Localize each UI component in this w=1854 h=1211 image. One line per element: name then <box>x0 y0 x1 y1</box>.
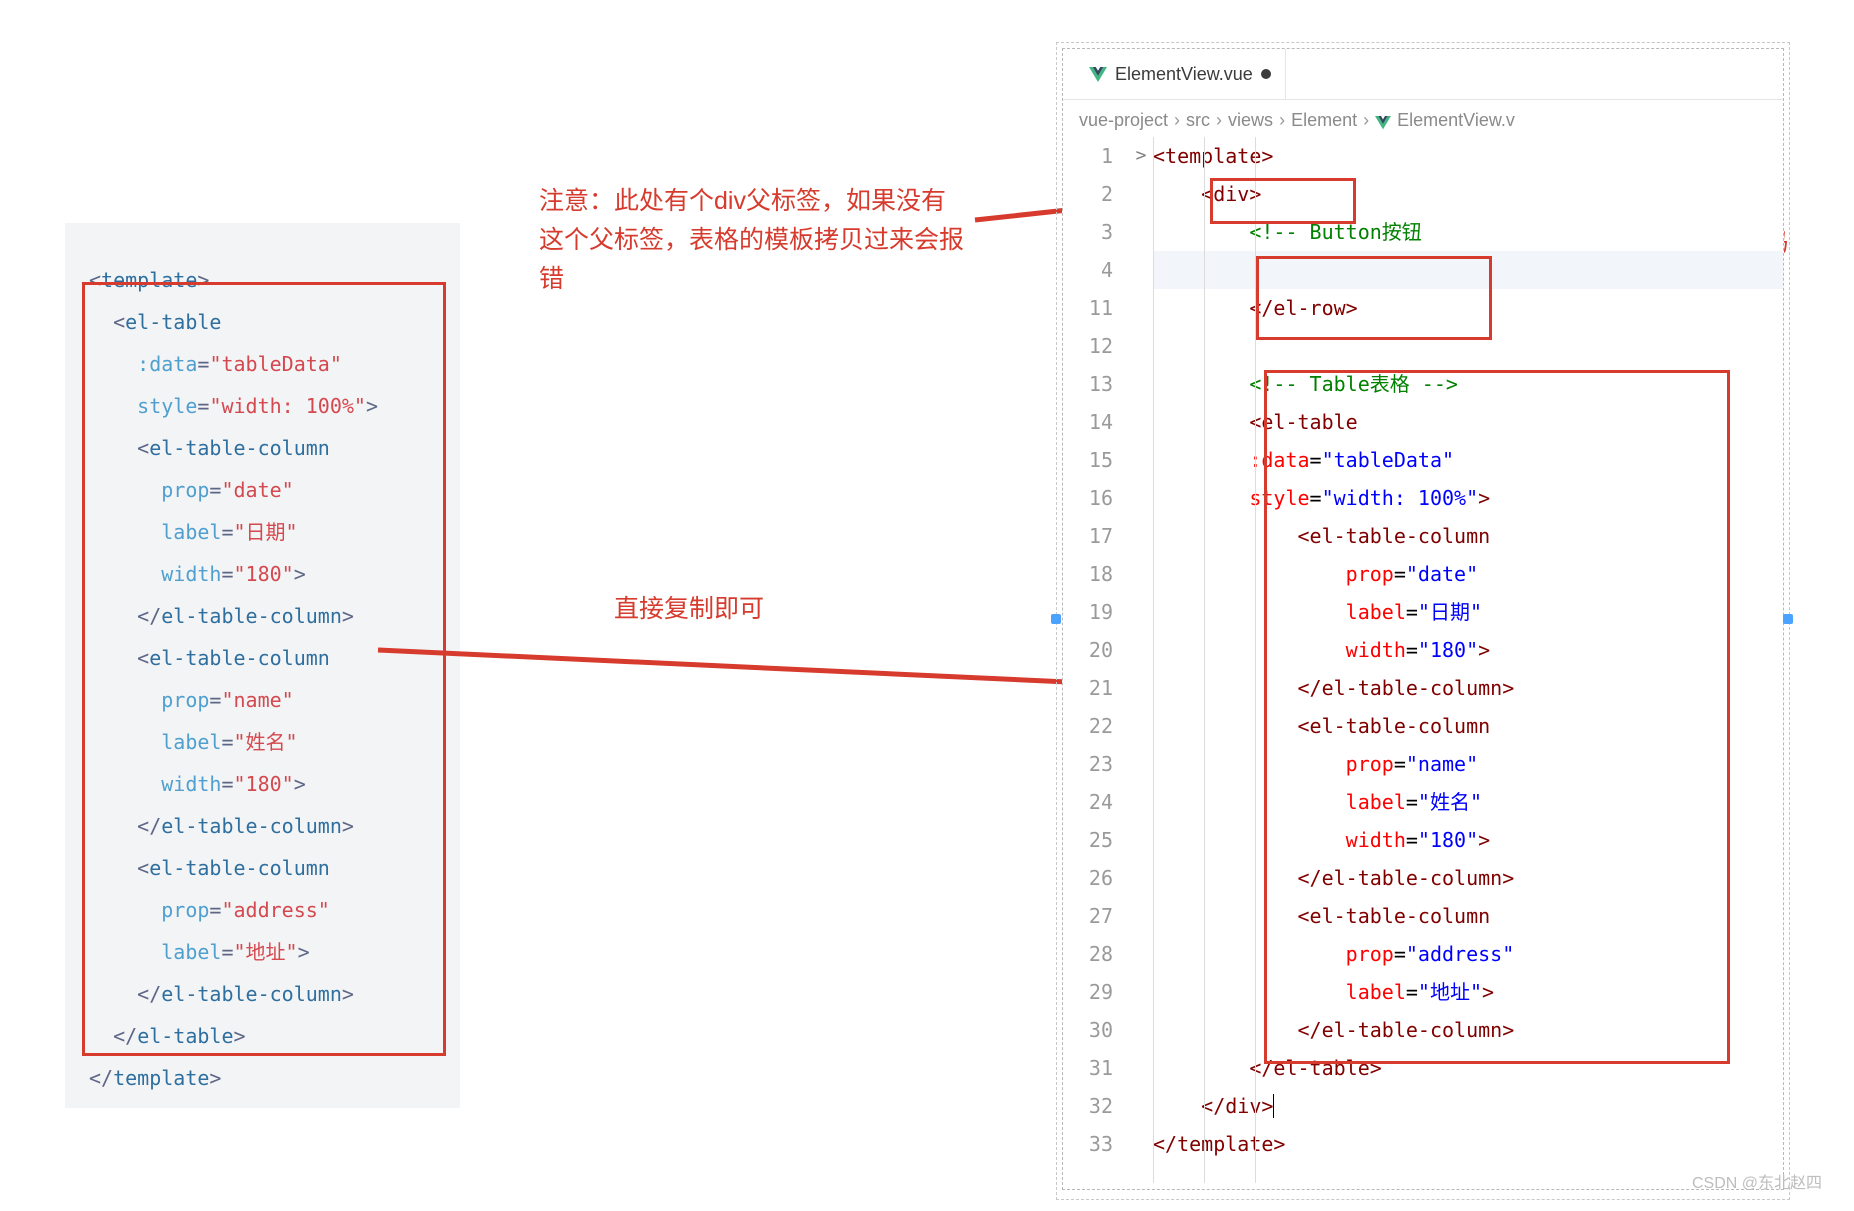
watermark: CSDN @东北赵四 <box>1692 1169 1822 1193</box>
tab-dirty-icon <box>1261 69 1271 79</box>
code-body[interactable]: <template> <div> <!-- Button按钮 <el-row> … <box>1153 137 1783 1183</box>
vscode-editor: ElementView.vue vue-project › src › view… <box>1062 48 1784 1190</box>
chevron-right-icon: › <box>1216 110 1222 131</box>
left-code-pre: <template> <el-table :data="tableData" s… <box>89 259 460 1099</box>
tab-label: ElementView.vue <box>1115 64 1253 85</box>
chevron-right-icon: › <box>1279 110 1285 131</box>
line-gutter: 123 41112 131415 161718 192021 222324 25… <box>1063 137 1129 1183</box>
chevron-right-icon: › <box>1174 110 1180 131</box>
fold-column[interactable]: > <box>1129 137 1153 1183</box>
editor-tab-bar: ElementView.vue <box>1063 49 1783 100</box>
selection-handle[interactable] <box>1783 614 1793 624</box>
bc-item[interactable]: views <box>1228 110 1273 131</box>
breadcrumbs[interactable]: vue-project › src › views › Element › El… <box>1063 100 1783 137</box>
chevron-right-icon: › <box>1363 110 1369 131</box>
bc-item[interactable]: ElementView.v <box>1397 110 1515 131</box>
left-template-code: <template> <el-table :data="tableData" s… <box>65 223 460 1108</box>
vue-icon <box>1375 114 1391 128</box>
annotation-copy-direct: 直接复制即可 <box>614 590 764 629</box>
selection-handle[interactable] <box>1051 614 1061 624</box>
bc-item[interactable]: Element <box>1291 110 1357 131</box>
tab-elementview[interactable]: ElementView.vue <box>1075 49 1286 99</box>
chevron-right-icon[interactable]: > <box>1129 137 1153 175</box>
bc-item[interactable]: src <box>1186 110 1210 131</box>
bc-item[interactable]: vue-project <box>1079 110 1168 131</box>
vue-icon <box>1089 66 1107 82</box>
code-area[interactable]: 123 41112 131415 161718 192021 222324 25… <box>1063 137 1783 1183</box>
annotation-div-parent-warning: 注意：此处有个div父标签，如果没有这个父标签，表格的模板拷贝过来会报错 <box>539 182 969 298</box>
